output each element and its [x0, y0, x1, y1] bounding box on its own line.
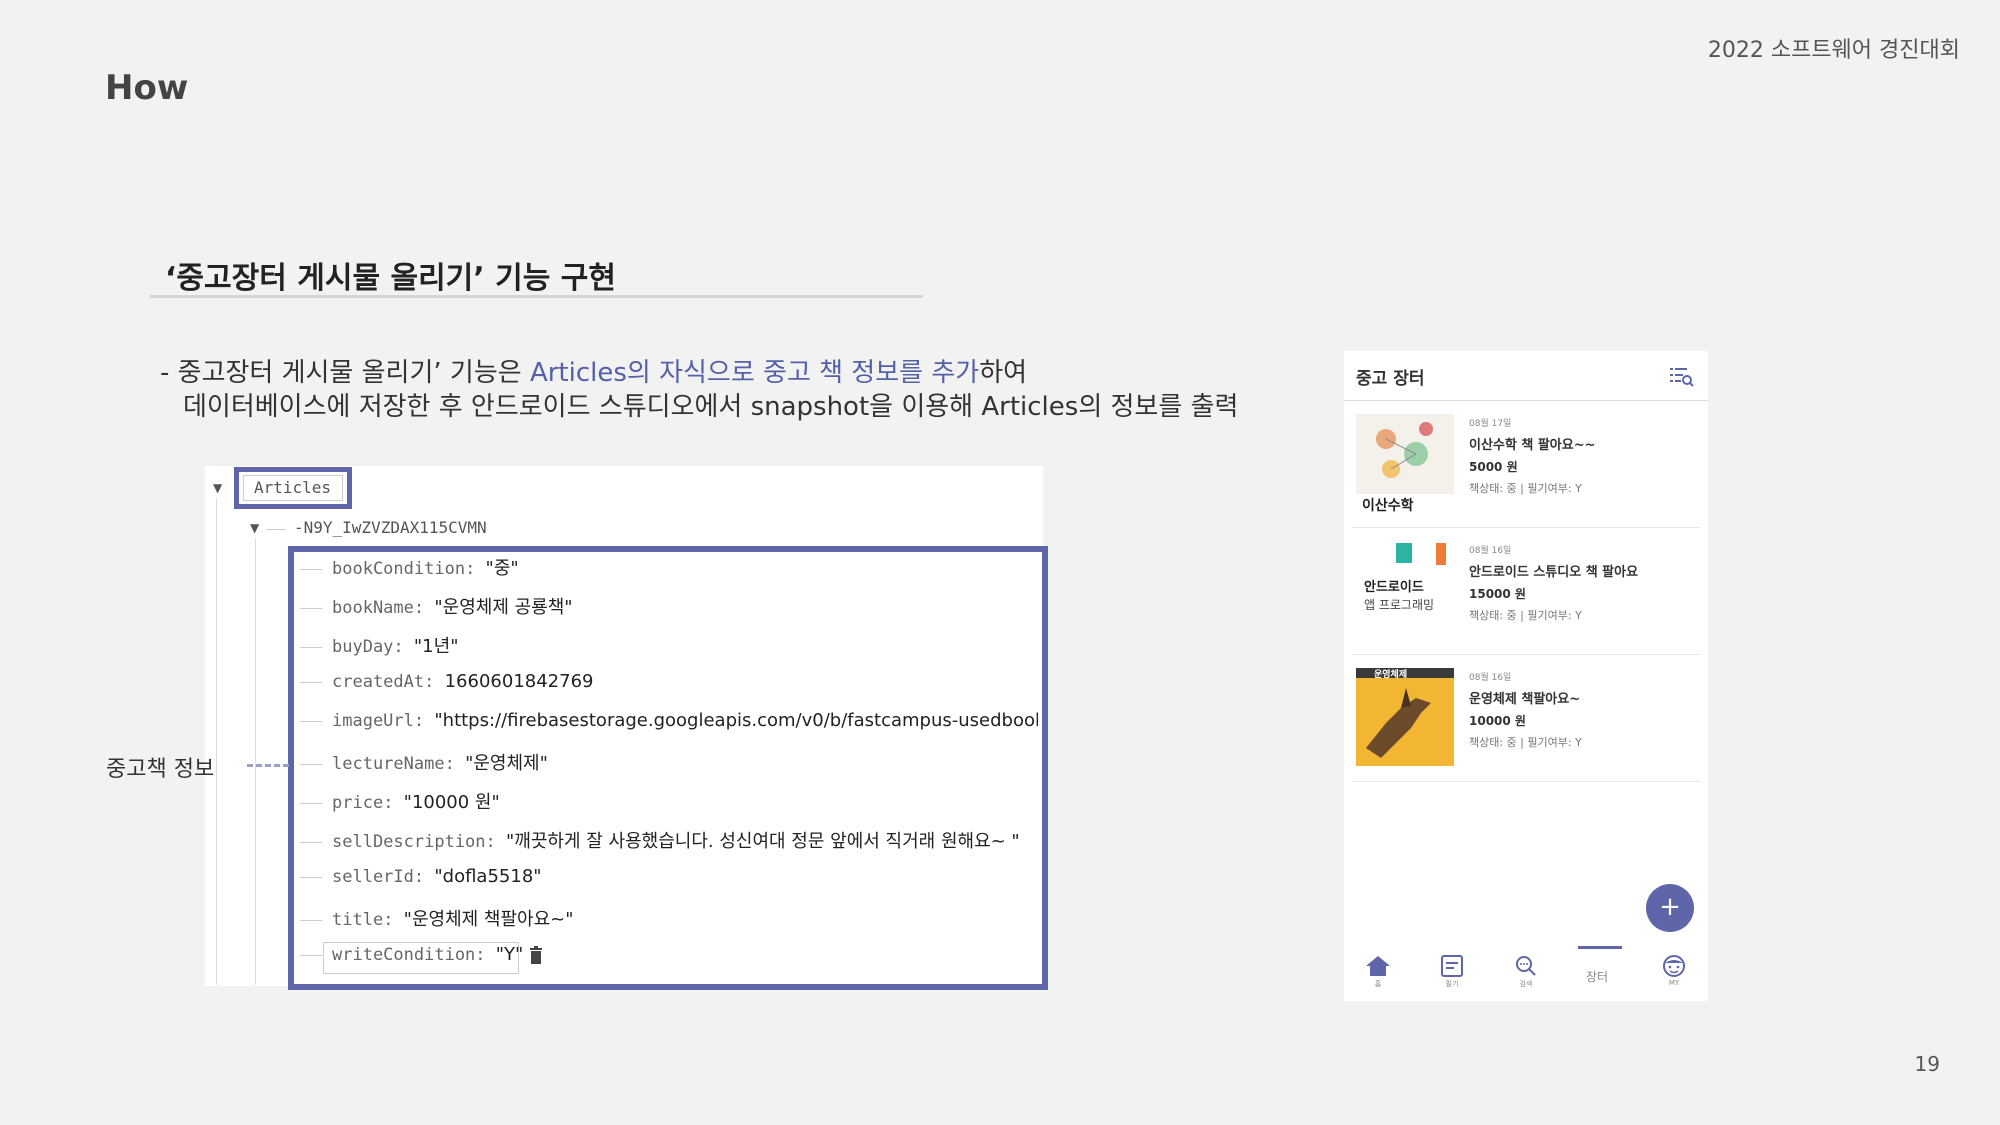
field-row: price: "10000 원" — [300, 788, 500, 814]
item-date: 08월 16일 — [1469, 673, 1512, 683]
nav-write[interactable]: 필기 — [1430, 955, 1474, 989]
field-row: createdAt: 1660601842769 — [300, 671, 594, 692]
slide-title: How — [105, 68, 189, 108]
article-node-key[interactable]: -N9Y_IwZVZDAX115CVMN — [294, 518, 487, 537]
description-prefix: - 중고장터 게시물 올리기’ 기능은 — [160, 358, 530, 388]
nav-home[interactable]: 홈 — [1356, 955, 1400, 989]
collapse-arrow-icon[interactable]: ▼ — [213, 481, 222, 495]
field-value: "운영체제 공룡책" — [434, 597, 573, 618]
field-value: 1660601842769 — [444, 671, 594, 692]
description-highlight: Articles의 자식으로 중고 책 정보를 추가 — [529, 358, 980, 388]
item-status: 책상태: 중 | 필기여부: Y — [1469, 736, 1582, 749]
item-title: 안드로이드 스튜디오 책 팔아요 — [1469, 565, 1639, 580]
item-status: 책상태: 중 | 필기여부: Y — [1469, 482, 1582, 495]
svg-text:운영체제: 운영체제 — [1374, 668, 1407, 680]
phone-title: 중고 장터 — [1356, 369, 1425, 389]
nav-my-label: MY — [1668, 979, 1680, 987]
item-date: 08월 17일 — [1469, 419, 1512, 429]
home-icon — [1366, 956, 1390, 976]
phone-header-divider — [1344, 400, 1708, 401]
book-cover-image: 이산수학 — [1356, 414, 1454, 512]
item-divider — [1352, 654, 1700, 655]
item-price: 15000 원 — [1469, 587, 1526, 601]
callout-label: 중고책 정보 — [106, 757, 215, 782]
nav-active-indicator — [1578, 946, 1622, 949]
field-key: sellerId — [332, 867, 414, 887]
field-key: sellDescription — [332, 832, 486, 852]
item-price: 10000 원 — [1469, 714, 1526, 728]
item-divider — [1352, 781, 1700, 782]
svg-text:이산수학: 이산수학 — [1362, 497, 1414, 512]
field-row: title: "운영체제 책팔아요~" — [300, 905, 574, 931]
field-value: "중" — [485, 558, 519, 579]
articles-node-label: Articles — [254, 478, 332, 497]
field-value: "1년" — [413, 636, 459, 657]
face-icon — [1663, 955, 1685, 977]
collapse-arrow-icon[interactable]: ▼ — [250, 521, 259, 535]
field-row: writeCondition: "Y" — [300, 944, 523, 965]
section-title: ‘중고장터 게시물 올리기’ 기능 구현 — [165, 261, 616, 296]
nav-write-label: 필기 — [1445, 980, 1459, 988]
field-value: "Y" — [495, 944, 524, 965]
field-key: price — [332, 793, 384, 813]
field-key: bookCondition — [332, 559, 466, 579]
book-cover-image: 안드로이드 앱 프로그래밍 — [1356, 541, 1454, 639]
field-key: buyDay — [332, 637, 394, 657]
nav-market[interactable]: 장터 — [1586, 968, 1608, 985]
field-row: sellDescription: "깨끗하게 잘 사용했습니다. 성신여대 정문… — [300, 827, 1020, 853]
nav-home-label: 홈 — [1374, 980, 1382, 988]
field-value: "10000 원" — [403, 792, 500, 813]
nav-search-label: 검색 — [1519, 980, 1533, 988]
field-row: lectureName: "운영체제" — [300, 749, 548, 775]
field-key: lectureName — [332, 754, 445, 774]
search-icon — [1516, 956, 1536, 976]
item-date: 08월 16일 — [1469, 546, 1512, 556]
field-key: writeCondition — [332, 945, 476, 965]
field-key: imageUrl — [332, 711, 414, 731]
trash-icon[interactable] — [529, 946, 543, 964]
svg-text:앱 프로그래밍: 앱 프로그래밍 — [1364, 598, 1434, 612]
field-value: "운영체제 책팔아요~" — [403, 909, 574, 930]
description-line-2: 데이터베이스에 저장한 후 안드로이드 스튜디오에서 snapshot을 이용해… — [183, 392, 1239, 422]
svg-text:안드로이드: 안드로이드 — [1364, 579, 1424, 595]
item-title: 운영체제 책팔아요~ — [1469, 692, 1581, 707]
field-value: "dofla5518" — [434, 866, 542, 887]
list-item[interactable]: 이산수학 08월 17일 이산수학 책 팔아요~~ 5000 원 책상태: 중 … — [1344, 402, 1708, 528]
callout-dash — [247, 764, 289, 767]
field-row: bookCondition: "중" — [300, 554, 519, 580]
tree-line — [255, 538, 256, 985]
field-key: title — [332, 910, 384, 930]
nav-search[interactable]: 검색 — [1504, 955, 1548, 989]
tree-line — [216, 498, 217, 985]
item-title: 이산수학 책 팔아요~~ — [1469, 438, 1596, 453]
field-value: "https://firebasestorage.googleapis.com/… — [434, 710, 1038, 731]
list-item[interactable]: 안드로이드 앱 프로그래밍 08월 16일 안드로이드 스튜디오 책 팔아요 1… — [1344, 529, 1708, 655]
item-status: 책상태: 중 | 필기여부: Y — [1469, 609, 1582, 622]
filter-search-icon[interactable] — [1670, 366, 1694, 388]
description-suffix: 하여 — [979, 358, 1028, 388]
list-item[interactable]: 운영체제 08월 16일 운영체제 책팔아요~ 10000 원 책상태: 중 |… — [1344, 656, 1708, 782]
field-value: "운영체제" — [465, 753, 548, 774]
field-row: buyDay: "1년" — [300, 632, 458, 658]
book-cover-image: 운영체제 — [1356, 668, 1454, 766]
tree-line — [266, 529, 286, 530]
field-row: imageUrl: "https://firebasestorage.googl… — [300, 710, 1038, 731]
field-key: createdAt — [332, 672, 425, 692]
field-key: bookName — [332, 598, 414, 618]
field-value: "깨끗하게 잘 사용했습니다. 성신여대 정문 앞에서 직거래 원해요~ " — [506, 831, 1020, 852]
field-row: bookName: "운영체제 공룡책" — [300, 593, 573, 619]
item-price: 5000 원 — [1469, 460, 1518, 474]
section-underline — [150, 295, 923, 298]
nav-my[interactable]: MY — [1652, 955, 1696, 987]
page-number: 19 — [1914, 1052, 1940, 1076]
event-title: 2022 소프트웨어 경진대회 — [1707, 38, 1960, 63]
note-icon — [1441, 955, 1463, 977]
field-row: sellerId: "dofla5518" — [300, 866, 542, 887]
description-line-1: - 중고장터 게시물 올리기’ 기능은 Articles의 자식으로 중고 책 … — [160, 352, 1027, 389]
add-post-button[interactable]: + — [1646, 884, 1694, 932]
item-divider — [1352, 527, 1700, 528]
